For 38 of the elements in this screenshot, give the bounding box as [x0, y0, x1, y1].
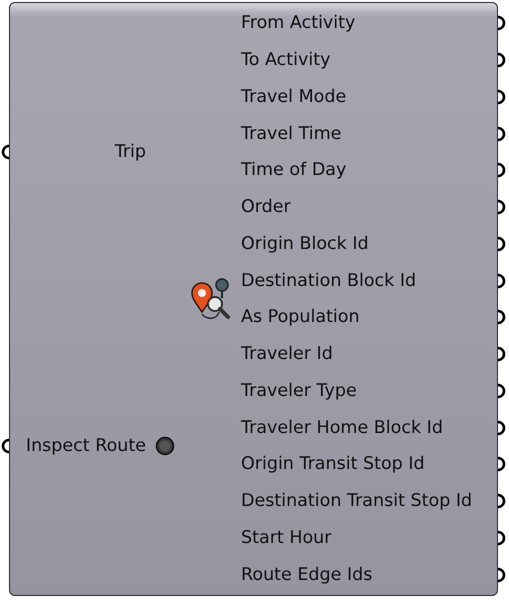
output-label: From Activity	[240, 13, 356, 34]
input-label: Trip	[114, 142, 146, 162]
output-port-icon[interactable]	[498, 199, 507, 216]
component-background[interactable]	[9, 2, 498, 596]
output-port-icon[interactable]	[498, 493, 507, 510]
output-port-icon[interactable]	[498, 309, 507, 326]
output-port-icon[interactable]	[498, 346, 507, 362]
output-port-icon[interactable]	[498, 15, 507, 32]
input-port-icon[interactable]	[0, 144, 9, 160]
output-port-icon[interactable]	[498, 88, 507, 105]
output-label: Destination Transit Stop Id	[240, 491, 474, 512]
output-label: Origin Block Id	[240, 234, 370, 254]
output-label: Traveler Type	[240, 380, 358, 401]
output-port-icon[interactable]	[498, 52, 507, 68]
output-port-icon[interactable]	[498, 126, 507, 142]
output-label: Travel Time	[240, 124, 342, 144]
output-label: Order	[240, 197, 292, 218]
input-label: Inspect Route	[26, 436, 146, 456]
output-port-icon[interactable]	[498, 420, 507, 436]
output-port-icon[interactable]	[498, 456, 507, 472]
output-port-icon[interactable]	[498, 382, 507, 399]
output-label: Traveler Id	[240, 344, 334, 364]
output-label: As Population	[240, 307, 361, 328]
output-label: Route Edge Ids	[240, 564, 374, 585]
output-label: Time of Day	[240, 160, 348, 180]
output-label: Destination Block Id	[240, 270, 418, 291]
output-port-icon[interactable]	[498, 530, 507, 546]
output-label: Travel Mode	[240, 86, 348, 107]
output-label: Start Hour	[240, 528, 332, 548]
output-label: Traveler Home Block Id	[240, 418, 444, 438]
output-label: Origin Transit Stop Id	[240, 454, 426, 474]
output-port-icon[interactable]	[498, 272, 507, 289]
toggle-icon[interactable]	[155, 436, 175, 456]
output-port-icon[interactable]	[498, 162, 507, 178]
input-port-icon[interactable]	[0, 438, 9, 454]
output-port-icon[interactable]	[498, 236, 507, 252]
output-label: To Activity	[240, 50, 332, 70]
output-port-icon[interactable]	[498, 566, 507, 583]
